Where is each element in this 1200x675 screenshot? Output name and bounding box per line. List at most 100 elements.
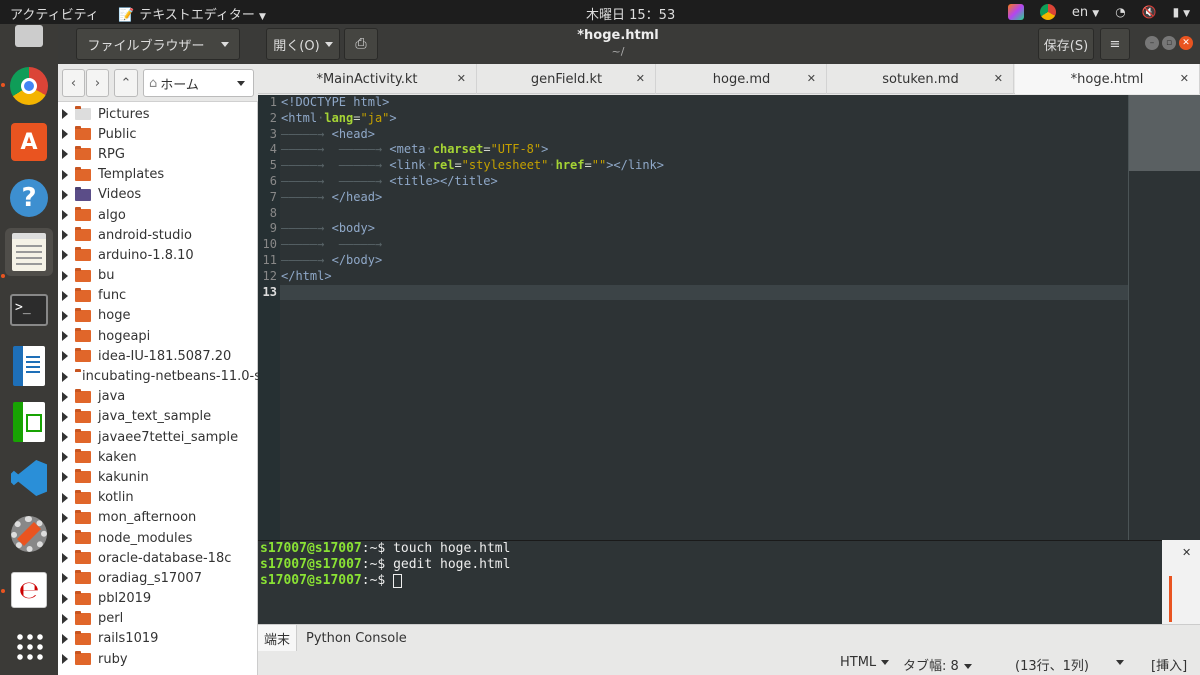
app-menu[interactable]: 📝 テキストエディター ▼ [118,4,266,23]
help-icon[interactable]: ? [5,174,53,222]
tab-genfield[interactable]: genField.kt ✕ [478,64,656,94]
file-item[interactable]: mon_afternoon [58,508,258,528]
code-line[interactable]: ―――――→ ―――――→ <link·rel="stylesheet"·hre… [280,158,1128,174]
file-item[interactable]: func [58,286,258,306]
file-item[interactable]: kaken [58,447,258,467]
expander-icon[interactable] [62,290,68,301]
expander-icon[interactable] [62,331,68,342]
system-monitor-icon[interactable]: ℮ [5,566,53,614]
close-tab-icon[interactable]: ✕ [457,72,466,85]
terminal-panel[interactable]: s17007@s17007:~$ touch hoge.html s17007@… [258,540,1162,624]
expander-icon[interactable] [62,593,68,604]
expander-icon[interactable] [62,553,68,564]
file-item[interactable]: java [58,387,258,407]
expander-icon[interactable] [62,492,68,503]
file-item[interactable]: pbl2019 [58,589,258,609]
file-item[interactable]: Videos [58,185,258,205]
settings-icon[interactable] [5,510,53,558]
file-item[interactable]: kakunin [58,467,258,487]
file-item[interactable]: perl [58,609,258,629]
volume-icon[interactable]: 🔇 [1142,5,1157,19]
battery-icon[interactable]: ▮ ▼ [1173,5,1190,19]
expander-icon[interactable] [62,189,68,200]
file-item[interactable]: oracle-database-18c [58,548,258,568]
minimap-viewport[interactable] [1129,95,1200,171]
close-tab-icon[interactable]: ✕ [994,72,1003,85]
code-line[interactable]: ―――――→ ―――――→ [280,237,1128,253]
file-item[interactable]: incubating-netbeans-11.0-so [58,366,258,386]
terminal-icon[interactable]: >_ [5,286,53,334]
close-tab-icon[interactable]: ✕ [1180,72,1189,85]
code-line[interactable]: ―――――→ </head> [280,190,1128,206]
language-selector[interactable]: HTML [840,655,890,670]
chromium-icon[interactable] [5,62,53,110]
tab-sotuken[interactable]: sotuken.md ✕ [828,64,1014,94]
maximize-icon[interactable]: ▫ [1162,36,1176,50]
file-item[interactable]: java_text_sample [58,407,258,427]
file-item[interactable]: hoge [58,306,258,326]
code-line[interactable]: </html> [280,269,1128,285]
tab-terminal[interactable]: 端末 [258,625,298,652]
file-item[interactable]: kotlin [58,488,258,508]
file-item[interactable]: node_modules [58,528,258,548]
file-item[interactable]: RPG [58,144,258,164]
file-item[interactable]: Pictures [58,104,258,124]
terminal-scrollbar[interactable] [1169,576,1172,622]
tab-mainactivity[interactable]: *MainActivity.kt ✕ [258,64,477,94]
file-item[interactable]: rails1019 [58,629,258,649]
show-apps-icon[interactable] [5,622,53,670]
expander-icon[interactable] [62,452,68,463]
file-browser-button[interactable]: ファイルブラウザー [76,28,240,60]
expander-icon[interactable] [62,149,68,160]
file-item[interactable]: algo [58,205,258,225]
expander-icon[interactable] [62,512,68,523]
expander-icon[interactable] [62,633,68,644]
minimize-icon[interactable]: – [1145,36,1159,50]
expander-icon[interactable] [62,250,68,261]
chrome-tray-icon[interactable] [1039,4,1056,20]
file-item[interactable]: oradiag_s17007 [58,568,258,588]
jetbrains-toolbox-icon[interactable] [1007,4,1024,20]
expander-icon[interactable] [62,270,68,281]
tab-python-console[interactable]: Python Console [300,625,413,652]
expander-icon[interactable] [62,310,68,321]
expander-icon[interactable] [62,573,68,584]
expander-icon[interactable] [62,210,68,221]
code-text[interactable]: <!DOCTYPE html> <html·lang="ja"> ―――――→ … [280,95,1128,540]
vscode-icon[interactable] [5,454,53,502]
expander-icon[interactable] [62,411,68,422]
up-button[interactable]: ⌃ [114,69,138,97]
expander-icon[interactable] [62,109,68,120]
close-window-icon[interactable]: ✕ [1179,36,1193,50]
new-document-button[interactable]: ⎙ [344,28,378,60]
file-item[interactable]: arduino-1.8.10 [58,245,258,265]
code-line[interactable]: ―――――→ <body> [280,221,1128,237]
ubuntu-software-icon[interactable]: A [5,118,53,166]
expander-icon[interactable] [62,472,68,483]
open-button[interactable]: 開く(O) [266,28,340,60]
language-indicator[interactable]: en ▼ [1072,5,1099,20]
close-tab-icon[interactable]: ✕ [807,72,816,85]
code-line[interactable] [280,206,1128,222]
tab-width-selector[interactable]: タブ幅: 8 [903,655,972,674]
code-line[interactable]: <html·lang="ja"> [280,111,1128,127]
code-line[interactable]: ―――――→ ―――――→ <title></title> [280,174,1128,190]
file-item[interactable]: bu [58,266,258,286]
hamburger-menu-button[interactable]: ≡ [1100,28,1130,60]
code-line[interactable]: ―――――→ ―――――→ <meta·charset="UTF-8"> [280,142,1128,158]
close-tab-icon[interactable]: ✕ [636,72,645,85]
file-item[interactable]: Public [58,124,258,144]
code-line[interactable]: <!DOCTYPE html> [280,95,1128,111]
dock-partial-top-icon[interactable] [5,12,53,60]
close-panel-icon[interactable]: ✕ [1182,546,1191,559]
code-line[interactable]: ―――――→ </body> [280,253,1128,269]
expander-icon[interactable] [62,533,68,544]
code-line[interactable]: ―――――→ <head> [280,127,1128,143]
tab-hoge-md[interactable]: hoge.md ✕ [657,64,827,94]
file-item[interactable]: idea-IU-181.5087.20 [58,346,258,366]
expander-icon[interactable] [62,169,68,180]
expander-icon[interactable] [62,391,68,402]
wifi-icon[interactable]: ◔ [1115,5,1125,19]
minimap[interactable] [1128,95,1200,540]
forward-button[interactable]: › [86,69,109,97]
